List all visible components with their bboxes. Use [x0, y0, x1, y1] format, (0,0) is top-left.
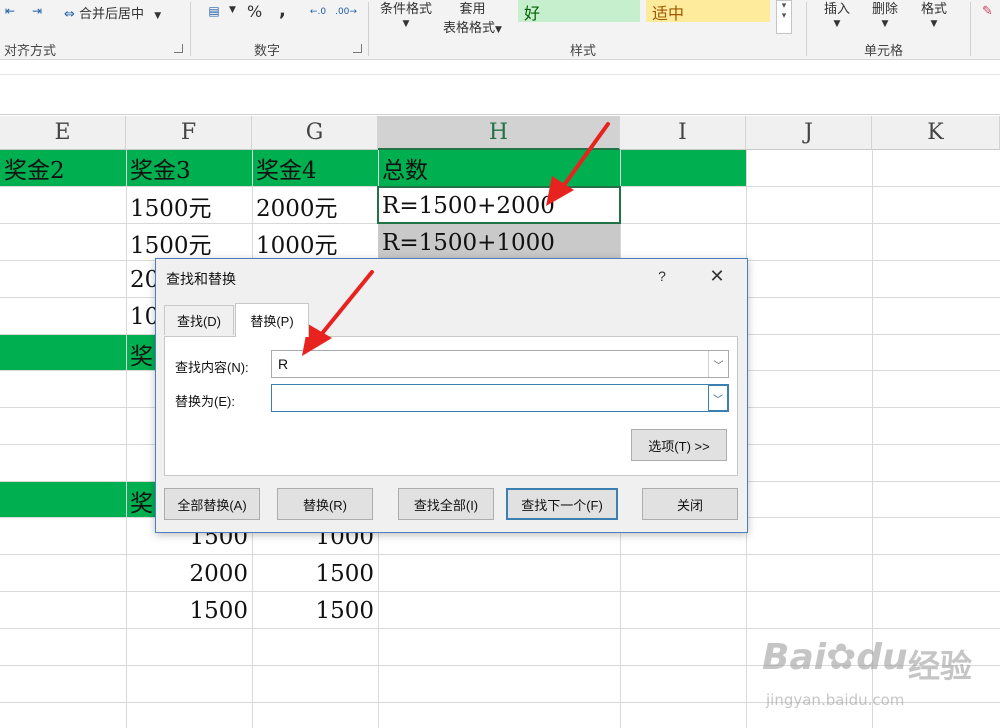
close-icon[interactable]: ✕	[704, 265, 730, 287]
ribbon-separator	[806, 2, 807, 56]
column-header-i[interactable]: I	[620, 116, 746, 150]
increase-decimal-icon[interactable]: ←.0	[308, 2, 328, 22]
cell-g13[interactable]: 1500	[252, 593, 378, 629]
cell-g2[interactable]: 2000元	[252, 188, 338, 224]
divider	[0, 74, 1000, 75]
chevron-down-icon: ▼	[154, 11, 162, 21]
chevron-down-icon[interactable]: ﹀	[708, 351, 728, 377]
delete-button[interactable]: 删除 ▼	[872, 0, 898, 29]
number-launcher-icon[interactable]	[353, 44, 362, 53]
ribbon: ⇤ ⇥ ⇔ 合并后居中 ▼ 对齐方式 ▤ ▼ % , ←.0 .00→ 数字 条…	[0, 0, 1000, 60]
cell-g1[interactable]: 奖金4	[252, 150, 317, 186]
merge-center-button[interactable]: ⇔ 合并后居中 ▼	[64, 3, 161, 22]
column-header-f[interactable]: F	[126, 116, 252, 150]
chevron-down-icon: ▼	[402, 19, 410, 29]
cell-f13[interactable]: 1500	[126, 593, 252, 629]
alignment-launcher-icon[interactable]	[174, 44, 183, 53]
chevron-down-icon[interactable]: ▼	[229, 5, 236, 15]
table-format-button[interactable]: 套用 表格格式▼	[443, 0, 502, 36]
group-styles-label: 样式	[570, 44, 597, 59]
chevron-down-icon: ▼	[495, 25, 502, 35]
cell-f2[interactable]: 1500元	[126, 188, 212, 224]
green-header-row	[0, 150, 746, 186]
find-what-combo[interactable]: R ﹀	[271, 350, 729, 378]
replace-button[interactable]: 替换(R)	[277, 488, 373, 520]
tab-find[interactable]: 查找(D)	[164, 305, 234, 335]
column-header-h[interactable]: H	[378, 116, 620, 150]
accounting-format-icon[interactable]: ▤	[204, 2, 224, 20]
column-header-j[interactable]: J	[746, 116, 872, 150]
cell-f3[interactable]: 1500元	[126, 225, 212, 261]
replace-all-button[interactable]: 全部替换(A)	[164, 488, 260, 520]
eraser-icon[interactable]: ✎	[982, 4, 993, 19]
find-replace-dialog: 查找和替换 ? ✕ 查找(D) 替换(P) 查找内容(N): R ﹀ 替换为(E…	[155, 258, 748, 533]
cell-g3[interactable]: 1000元	[252, 225, 338, 261]
percent-style-button[interactable]: %	[247, 2, 262, 21]
baidu-watermark: Bai✿du 经验 jingyan.baidu.com	[762, 615, 992, 723]
formula-bar-area	[0, 60, 1000, 115]
tab-replace[interactable]: 替换(P)	[235, 303, 309, 337]
close-button[interactable]: 关闭	[642, 488, 738, 520]
replace-panel: 查找内容(N): R ﹀ 替换为(E): ﹀ 选项(T) >>	[164, 336, 738, 476]
column-header-g[interactable]: G	[252, 116, 378, 150]
decrease-decimal-icon[interactable]: .00→	[335, 2, 357, 22]
cell-e1[interactable]: 奖金2	[0, 150, 65, 186]
styles-gallery-more-button[interactable]: ▾ ▾	[776, 0, 792, 34]
find-next-button[interactable]: 查找下一个(F)	[506, 488, 618, 520]
chevron-down-icon: ▼	[881, 19, 889, 29]
ribbon-separator	[190, 2, 191, 56]
group-cells-label: 单元格	[864, 44, 904, 59]
watermark-cn: 经验	[908, 647, 973, 685]
help-icon[interactable]: ?	[652, 265, 672, 287]
insert-button[interactable]: 插入 ▼	[824, 0, 850, 29]
cell-style-good[interactable]: 好	[518, 0, 640, 23]
ribbon-separator	[368, 2, 369, 56]
ribbon-separator	[970, 2, 971, 56]
chevron-down-icon: ▼	[833, 19, 841, 29]
column-header-e[interactable]: E	[0, 116, 126, 150]
cell-f10[interactable]: 奖	[126, 483, 153, 519]
watermark-logo: Bai✿du	[762, 637, 908, 678]
group-number-label: 数字	[254, 44, 281, 59]
replace-with-combo[interactable]: ﹀	[271, 384, 729, 412]
dialog-title: 查找和替换	[166, 271, 236, 287]
comma-style-button[interactable]: ,	[279, 0, 286, 21]
paw-icon: ✿	[826, 637, 857, 678]
chevron-down-icon: ▼	[930, 19, 938, 29]
group-alignment-label: 对齐方式	[4, 44, 57, 59]
cell-h1[interactable]: 总数	[378, 150, 428, 186]
cell-h3[interactable]: R=1500+1000	[378, 225, 555, 261]
conditional-format-button[interactable]: 条件格式 ▼	[380, 0, 432, 29]
cell-f12[interactable]: 2000	[126, 556, 252, 592]
cell-f6[interactable]: 奖	[126, 336, 153, 372]
cell-style-neutral[interactable]: 适中	[646, 0, 770, 23]
find-what-input[interactable]: R	[278, 356, 288, 372]
cell-h2[interactable]: R=1500+2000	[378, 188, 555, 224]
find-what-label: 查找内容(N):	[175, 360, 249, 375]
find-all-button[interactable]: 查找全部(I)	[398, 488, 494, 520]
options-button[interactable]: 选项(T) >>	[631, 429, 727, 461]
decrease-indent-icon[interactable]: ⇤	[2, 2, 18, 20]
cell-f1[interactable]: 奖金3	[126, 150, 191, 186]
format-button[interactable]: 格式 ▼	[921, 0, 947, 29]
replace-with-label: 替换为(E):	[175, 394, 235, 409]
cell-g12[interactable]: 1500	[252, 556, 378, 592]
merge-center-icon: ⇔	[64, 7, 75, 22]
watermark-url: jingyan.baidu.com	[766, 691, 905, 709]
column-header-k[interactable]: K	[872, 116, 1000, 150]
increase-indent-icon[interactable]: ⇥	[26, 2, 48, 20]
chevron-down-icon[interactable]: ﹀	[708, 385, 728, 411]
